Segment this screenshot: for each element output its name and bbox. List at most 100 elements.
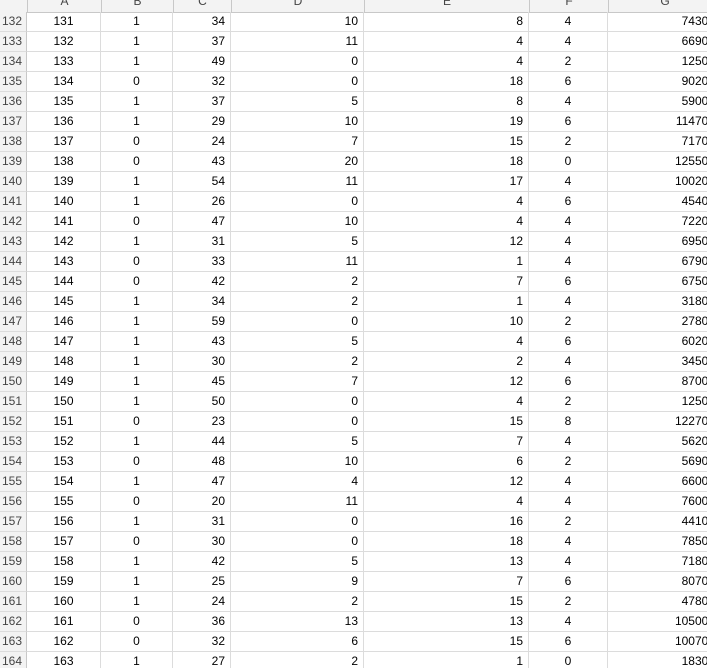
cell-a[interactable]: 149 [27, 372, 101, 392]
cell-f[interactable]: 4 [529, 12, 608, 32]
cell-d[interactable]: 10 [231, 452, 364, 472]
select-all-corner[interactable] [0, 0, 28, 12]
cell-b[interactable]: 0 [101, 532, 173, 552]
cell-g[interactable]: 72200 [608, 212, 707, 232]
cell-f[interactable]: 6 [529, 272, 608, 292]
cell-e[interactable]: 4 [364, 332, 529, 352]
cell-e[interactable]: 4 [364, 392, 529, 412]
column-header-c[interactable]: C [174, 0, 232, 12]
row-header[interactable]: 153 [0, 432, 27, 452]
cell-a[interactable]: 150 [27, 392, 101, 412]
cell-a[interactable]: 154 [27, 472, 101, 492]
row-header[interactable]: 139 [0, 152, 27, 172]
row-header[interactable]: 138 [0, 132, 27, 152]
cell-b[interactable]: 1 [101, 652, 173, 668]
cell-g[interactable]: 74300 [608, 12, 707, 32]
cell-f[interactable]: 4 [529, 172, 608, 192]
cell-b[interactable]: 1 [101, 472, 173, 492]
cell-a[interactable]: 132 [27, 32, 101, 52]
cell-c[interactable]: 37 [173, 32, 231, 52]
cell-g[interactable]: 71800 [608, 552, 707, 572]
cell-c[interactable]: 42 [173, 272, 231, 292]
cell-b[interactable]: 1 [101, 512, 173, 532]
column-header-f[interactable]: F [530, 0, 609, 12]
cell-e[interactable]: 17 [364, 172, 529, 192]
cell-c[interactable]: 59 [173, 312, 231, 332]
cell-e[interactable]: 7 [364, 432, 529, 452]
cell-d[interactable]: 4 [231, 472, 364, 492]
cell-f[interactable]: 0 [529, 652, 608, 668]
cell-g[interactable]: 27800 [608, 312, 707, 332]
cell-g[interactable]: 44100 [608, 512, 707, 532]
cell-f[interactable]: 6 [529, 372, 608, 392]
cell-f[interactable]: 8 [529, 412, 608, 432]
cell-e[interactable]: 12 [364, 372, 529, 392]
cell-e[interactable]: 4 [364, 492, 529, 512]
cell-g[interactable]: 12500 [608, 52, 707, 72]
cell-b[interactable]: 1 [101, 572, 173, 592]
row-header[interactable]: 149 [0, 352, 27, 372]
cell-a[interactable]: 153 [27, 452, 101, 472]
row-header[interactable]: 158 [0, 532, 27, 552]
cell-g[interactable]: 60200 [608, 332, 707, 352]
cell-d[interactable]: 5 [231, 332, 364, 352]
cell-a[interactable]: 144 [27, 272, 101, 292]
cell-b[interactable]: 1 [101, 392, 173, 412]
cell-c[interactable]: 24 [173, 592, 231, 612]
cell-b[interactable]: 1 [101, 552, 173, 572]
cell-c[interactable]: 43 [173, 152, 231, 172]
cell-b[interactable]: 1 [101, 192, 173, 212]
row-header[interactable]: 132 [0, 12, 27, 32]
cell-d[interactable]: 11 [231, 492, 364, 512]
cell-g[interactable]: 45400 [608, 192, 707, 212]
row-header[interactable]: 142 [0, 212, 27, 232]
cell-e[interactable]: 8 [364, 12, 529, 32]
cell-b[interactable]: 0 [101, 72, 173, 92]
cell-a[interactable]: 131 [27, 12, 101, 32]
cell-e[interactable]: 18 [364, 532, 529, 552]
cell-b[interactable]: 1 [101, 112, 173, 132]
row-header[interactable]: 156 [0, 492, 27, 512]
cell-d[interactable]: 0 [231, 392, 364, 412]
cell-c[interactable]: 20 [173, 492, 231, 512]
cell-c[interactable]: 33 [173, 252, 231, 272]
cell-b[interactable]: 1 [101, 592, 173, 612]
cell-b[interactable]: 1 [101, 172, 173, 192]
row-header[interactable]: 137 [0, 112, 27, 132]
cell-e[interactable]: 4 [364, 212, 529, 232]
cell-b[interactable]: 1 [101, 312, 173, 332]
cell-e[interactable]: 12 [364, 472, 529, 492]
row-header[interactable]: 148 [0, 332, 27, 352]
cell-g[interactable]: 12500 [608, 392, 707, 412]
cell-f[interactable]: 4 [529, 32, 608, 52]
cell-a[interactable]: 148 [27, 352, 101, 372]
cell-d[interactable]: 2 [231, 292, 364, 312]
cell-d[interactable]: 5 [231, 552, 364, 572]
cell-g[interactable]: 56200 [608, 432, 707, 452]
cell-e[interactable]: 2 [364, 352, 529, 372]
cell-a[interactable]: 160 [27, 592, 101, 612]
cell-e[interactable]: 4 [364, 52, 529, 72]
cell-a[interactable]: 152 [27, 432, 101, 452]
row-header[interactable]: 143 [0, 232, 27, 252]
cell-e[interactable]: 1 [364, 652, 529, 668]
cell-a[interactable]: 138 [27, 152, 101, 172]
cell-d[interactable]: 10 [231, 212, 364, 232]
cell-c[interactable]: 34 [173, 292, 231, 312]
cell-f[interactable]: 4 [529, 232, 608, 252]
cell-g[interactable]: 59000 [608, 92, 707, 112]
cell-c[interactable]: 54 [173, 172, 231, 192]
cell-c[interactable]: 44 [173, 432, 231, 452]
cell-b[interactable]: 1 [101, 332, 173, 352]
cell-d[interactable]: 11 [231, 252, 364, 272]
cell-f[interactable]: 6 [529, 72, 608, 92]
cell-b[interactable]: 0 [101, 452, 173, 472]
cell-a[interactable]: 134 [27, 72, 101, 92]
cell-f[interactable]: 6 [529, 632, 608, 652]
cell-d[interactable]: 13 [231, 612, 364, 632]
cell-d[interactable]: 7 [231, 372, 364, 392]
cell-g[interactable]: 78500 [608, 532, 707, 552]
row-header[interactable]: 145 [0, 272, 27, 292]
cell-c[interactable]: 27 [173, 652, 231, 668]
cell-a[interactable]: 141 [27, 212, 101, 232]
